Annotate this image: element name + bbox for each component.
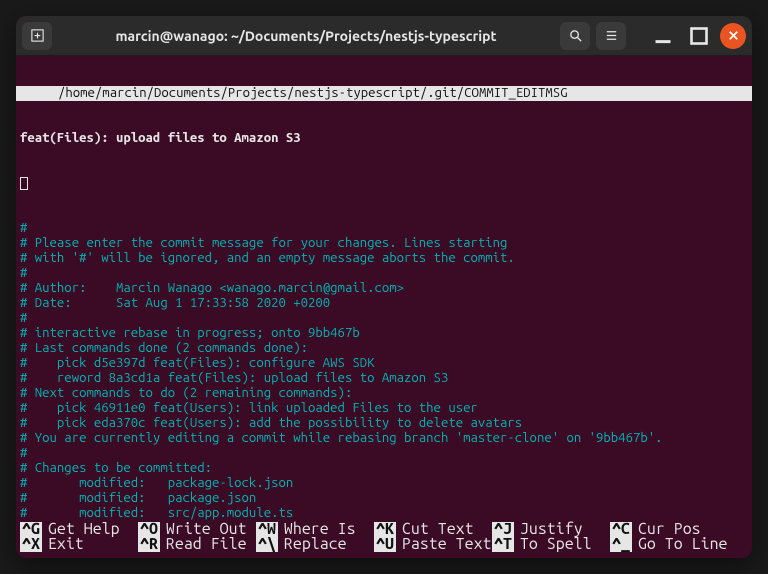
shortcut-item: ^U Paste Text	[374, 537, 492, 552]
shortcut-key: ^X	[20, 537, 42, 552]
terminal-window: marcin@wanago: ~/Documents/Projects/nest…	[16, 16, 752, 558]
shortcut-key: ^R	[138, 537, 160, 552]
new-tab-icon	[30, 28, 45, 43]
comment-line: #	[16, 266, 752, 281]
shortcut-label: Replace	[284, 537, 347, 552]
shortcut-key: ^\	[256, 537, 278, 552]
window-title: marcin@wanago: ~/Documents/Projects/nest…	[115, 28, 496, 44]
comment-line: # Please enter the commit message for yo…	[16, 236, 752, 251]
comment-line: # interactive rebase in progress; onto 9…	[16, 326, 752, 341]
shortcut-item: ^_ Go To Line	[610, 537, 728, 552]
comment-line: # You are currently editing a commit whi…	[16, 431, 752, 446]
editor-area[interactable]: /home/marcin/Documents/Projects/nestjs-t…	[16, 56, 752, 520]
file-path-text: /home/marcin/Documents/Projects/nestjs-t…	[58, 86, 568, 100]
comment-line: #	[16, 221, 752, 236]
comment-line: #	[16, 446, 752, 461]
nano-shortcut-bar: ^GGet Help^OWrite Out^WWhere Is^KCut Tex…	[16, 520, 752, 558]
cursor-line[interactable]	[16, 176, 752, 191]
search-button[interactable]	[560, 22, 590, 50]
text-cursor	[20, 177, 28, 190]
commit-message-line[interactable]: feat(Files): upload files to Amazon S3	[16, 131, 752, 146]
titlebar: marcin@wanago: ~/Documents/Projects/nest…	[16, 16, 752, 56]
comment-line: # Next commands to do (2 remaining comma…	[16, 386, 752, 401]
shortcut-key: ^T	[492, 537, 514, 552]
shortcut-item: ^\ Replace	[256, 537, 374, 552]
maximize-icon	[684, 21, 714, 51]
comment-line: # pick 46911e0 feat(Users): link uploade…	[16, 401, 752, 416]
search-icon	[568, 28, 583, 43]
comment-line: # Author: Marcin Wanago <wanago.marcin@g…	[16, 281, 752, 296]
shortcut-key: ^U	[374, 537, 396, 552]
maximize-button[interactable]	[684, 22, 714, 50]
comment-line: #	[16, 311, 752, 326]
shortcut-label: Paste Text	[402, 537, 492, 552]
comment-line: # modified: src/app.module.ts	[16, 506, 752, 520]
shortcut-key: ^_	[610, 537, 632, 552]
shortcut-item: ^X Exit	[20, 537, 138, 552]
new-tab-button[interactable]	[22, 22, 52, 50]
minimize-button[interactable]	[648, 22, 678, 50]
comment-line: # modified: package.json	[16, 491, 752, 506]
shortcut-item: ^R Read File	[138, 537, 256, 552]
comment-line: # reword 8a3cd1a feat(Files): upload fil…	[16, 371, 752, 386]
shortcut-label: Read File	[166, 537, 247, 552]
shortcut-item: ^T To Spell	[492, 537, 610, 552]
comment-line: # Last commands done (2 commands done):	[16, 341, 752, 356]
shortcut-label: Go To Line	[638, 537, 728, 552]
comment-line: # Date: Sat Aug 1 17:33:58 2020 +0200	[16, 296, 752, 311]
close-icon	[726, 28, 741, 43]
nano-file-path: /home/marcin/Documents/Projects/nestjs-t…	[16, 86, 752, 101]
comment-line: # modified: package-lock.json	[16, 476, 752, 491]
shortcut-label: Exit	[48, 537, 84, 552]
minimize-icon	[648, 21, 678, 51]
comment-line: # with '#' will be ignored, and an empty…	[16, 251, 752, 266]
comment-line: # Changes to be committed:	[16, 461, 752, 476]
menu-button[interactable]	[596, 22, 626, 50]
hamburger-icon	[604, 28, 619, 43]
comment-line: # pick d5e397d feat(Files): configure AW…	[16, 356, 752, 371]
comment-line: # pick eda370c feat(Users): add the poss…	[16, 416, 752, 431]
close-button[interactable]	[720, 23, 746, 49]
shortcut-label: To Spell	[520, 537, 592, 552]
